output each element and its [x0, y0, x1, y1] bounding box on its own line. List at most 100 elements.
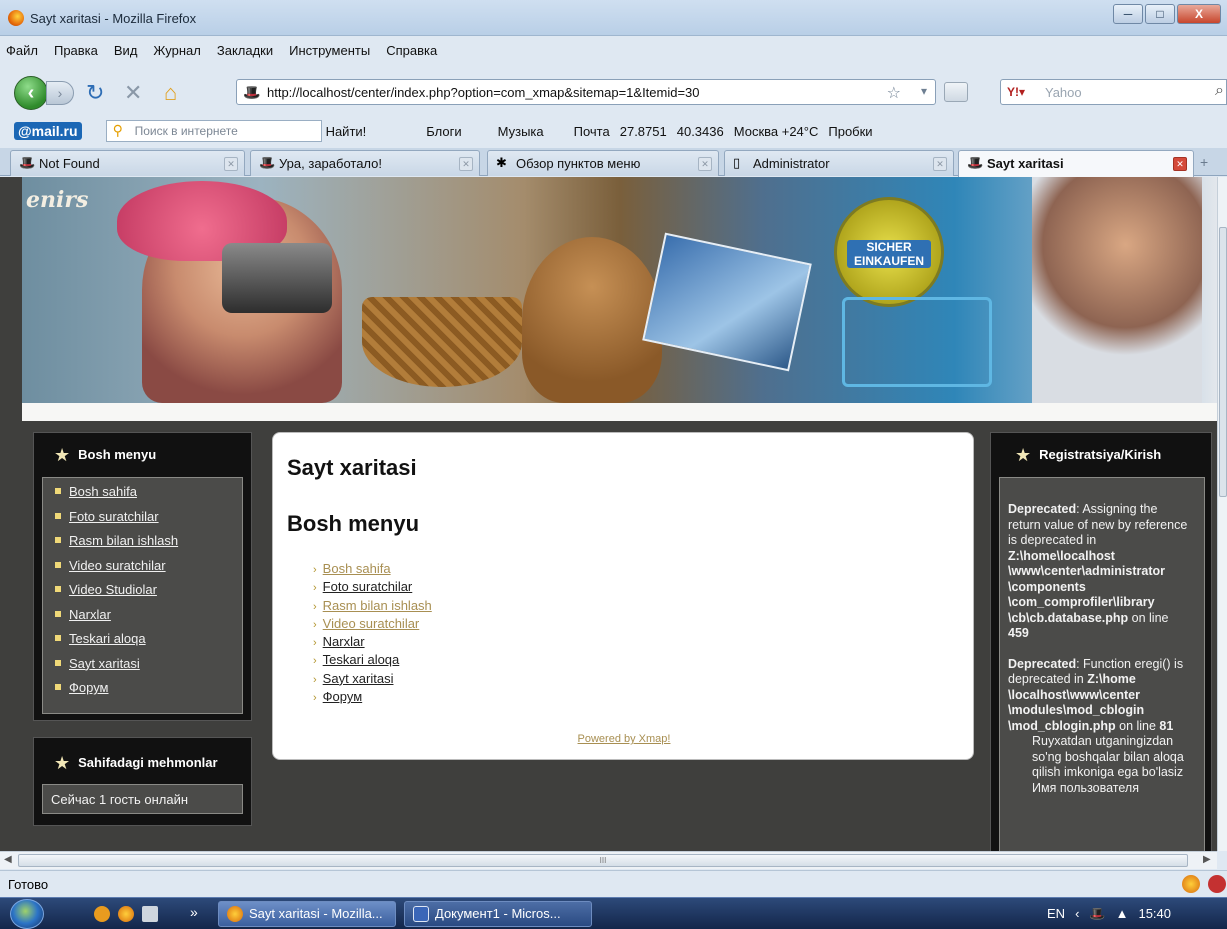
- taskbar-word[interactable]: Документ1 - Micros...: [404, 901, 592, 927]
- sitemap-link[interactable]: Narxlar: [323, 634, 365, 649]
- main-menu-item[interactable]: Bosh sahifa: [55, 484, 242, 509]
- main-menu-item[interactable]: Video suratchilar: [55, 558, 242, 583]
- sitemap-item[interactable]: › Rasm bilan ishlash: [313, 598, 432, 616]
- mailru-find-button[interactable]: Найти!: [326, 124, 367, 139]
- close-button[interactable]: X: [1177, 4, 1221, 24]
- quicklaunch-opera-icon[interactable]: [94, 906, 110, 922]
- camera-icon[interactable]: [944, 82, 968, 102]
- tab-close-icon[interactable]: ✕: [1173, 157, 1187, 171]
- url-bar[interactable]: 🎩 http://localhost/center/index.php?opti…: [236, 79, 936, 105]
- quicklaunch-firefox-icon[interactable]: [118, 906, 134, 922]
- search-bar[interactable]: Y!▾ Yahoo ⌕: [1000, 79, 1227, 105]
- sitemap-item[interactable]: › Форум: [313, 689, 432, 707]
- main-menu-link[interactable]: Video suratchilar: [69, 558, 166, 573]
- main-menu-link[interactable]: Foto suratchilar: [69, 509, 159, 524]
- main-menu-link[interactable]: Narxlar: [69, 607, 111, 622]
- mailru-eur[interactable]: 40.3436: [677, 124, 724, 139]
- mailru-search-input[interactable]: ⚲ Поиск в интернете: [105, 120, 322, 142]
- window-titlebar[interactable]: Sayt xaritasi - Mozilla Firefox ─ □ X: [0, 0, 1227, 36]
- tray-network-icon[interactable]: 🎩: [1089, 906, 1105, 922]
- tray-expand-icon[interactable]: ‹: [1075, 906, 1079, 921]
- sitemap-link[interactable]: Video suratchilar: [323, 616, 420, 631]
- menu-help[interactable]: Справка: [386, 43, 437, 58]
- sitemap-item[interactable]: › Video suratchilar: [313, 616, 432, 634]
- sitemap-item[interactable]: › Bosh sahifa: [313, 561, 432, 579]
- back-button[interactable]: ‹: [14, 76, 48, 110]
- mailru-traffic[interactable]: Пробки: [828, 124, 872, 139]
- taskbar-firefox[interactable]: Sayt xaritasi - Mozilla...: [218, 901, 396, 927]
- mailru-weather[interactable]: Москва +24°C: [734, 124, 819, 139]
- sitemap-link[interactable]: Форум: [323, 689, 363, 704]
- reload-icon[interactable]: ↻: [86, 80, 104, 106]
- sitemap-link[interactable]: Rasm bilan ishlash: [323, 598, 432, 613]
- tray-volume-icon[interactable]: ▲: [1116, 906, 1129, 921]
- main-menu-link[interactable]: Bosh sahifa: [69, 484, 137, 499]
- sitemap-link[interactable]: Teskari aloqa: [323, 652, 400, 667]
- menu-bookmarks[interactable]: Закладки: [217, 43, 273, 58]
- menu-edit[interactable]: Правка: [54, 43, 98, 58]
- menu-tools[interactable]: Инструменты: [289, 43, 370, 58]
- stop-icon[interactable]: ✕: [124, 80, 142, 106]
- new-tab-icon[interactable]: +: [1200, 154, 1208, 170]
- maximize-button[interactable]: □: [1145, 4, 1175, 24]
- main-menu-link[interactable]: Форум: [69, 680, 109, 695]
- clock[interactable]: 15:40: [1138, 906, 1171, 921]
- tab-sayt-xaritasi[interactable]: 🎩 Sayt xaritasi ✕: [958, 150, 1194, 177]
- powered-by-link[interactable]: Powered by Xmap!: [273, 733, 975, 745]
- url-dropdown-icon[interactable]: ▾: [921, 84, 927, 98]
- vertical-scrollbar-thumb[interactable]: [1219, 227, 1227, 497]
- menu-view[interactable]: Вид: [114, 43, 138, 58]
- banner-word: enirs: [26, 187, 89, 213]
- sitemap-link[interactable]: Bosh sahifa: [323, 561, 391, 576]
- quicklaunch-calendar-icon[interactable]: [142, 906, 158, 922]
- sitemap-item[interactable]: › Narxlar: [313, 634, 432, 652]
- main-menu-link[interactable]: Teskari aloqa: [69, 631, 146, 646]
- tab-not-found[interactable]: 🎩 Not Found ✕: [10, 150, 245, 176]
- tab-close-icon[interactable]: ✕: [459, 157, 473, 171]
- minimize-button[interactable]: ─: [1113, 4, 1143, 24]
- horizontal-scrollbar-thumb[interactable]: III: [18, 854, 1188, 867]
- main-menu-link[interactable]: Rasm bilan ishlash: [69, 533, 178, 548]
- tab-administrator[interactable]: ▯ Administrator ✕: [724, 150, 954, 176]
- vertical-scrollbar[interactable]: [1217, 177, 1227, 851]
- sitemap-item[interactable]: › Teskari aloqa: [313, 652, 432, 670]
- home-icon[interactable]: ⌂: [164, 80, 177, 106]
- main-menu-link[interactable]: Video Studiolar: [69, 582, 157, 597]
- mailru-blogs[interactable]: Блоги: [426, 124, 461, 139]
- main-menu-item[interactable]: Video Studiolar: [55, 582, 242, 607]
- language-indicator[interactable]: EN: [1047, 906, 1065, 921]
- scroll-right-icon[interactable]: ▶: [1203, 854, 1211, 865]
- start-button[interactable]: [10, 899, 44, 929]
- sitemap-item[interactable]: › Foto suratchilar: [313, 579, 432, 597]
- tab-close-icon[interactable]: ✕: [933, 157, 947, 171]
- menu-history[interactable]: Журнал: [153, 43, 200, 58]
- main-menu-link[interactable]: Sayt xaritasi: [69, 656, 140, 671]
- sitemap-link[interactable]: Foto suratchilar: [323, 579, 413, 594]
- main-menu-item[interactable]: Форум: [55, 680, 242, 705]
- main-menu-item[interactable]: Foto suratchilar: [55, 509, 242, 534]
- main-menu-item[interactable]: Narxlar: [55, 607, 242, 632]
- scroll-left-icon[interactable]: ◀: [4, 854, 12, 865]
- bookmark-star-icon[interactable]: ☆: [887, 83, 901, 103]
- tab-menu-overview[interactable]: ✱ Обзор пунктов меню ✕: [487, 150, 719, 176]
- quicklaunch-more-icon[interactable]: »: [190, 904, 198, 920]
- horizontal-scrollbar[interactable]: ◀ III ▶: [0, 851, 1217, 869]
- tab-close-icon[interactable]: ✕: [698, 157, 712, 171]
- mailru-mail[interactable]: Почта: [574, 124, 610, 139]
- tab-close-icon[interactable]: ✕: [224, 157, 238, 171]
- tab-ura[interactable]: 🎩 Ура, заработало! ✕: [250, 150, 480, 176]
- main-menu-item[interactable]: Teskari aloqa: [55, 631, 242, 656]
- main-menu-item[interactable]: Sayt xaritasi: [55, 656, 242, 681]
- mailru-usd[interactable]: 27.8751: [620, 124, 667, 139]
- adblock-icon[interactable]: [1208, 875, 1226, 893]
- yahoo-icon[interactable]: Y!▾: [1007, 85, 1025, 99]
- menu-file[interactable]: Файл: [6, 43, 38, 58]
- firefox-status-icon[interactable]: [1182, 875, 1200, 893]
- mailru-logo[interactable]: @mail.ru: [14, 122, 82, 140]
- mailru-music[interactable]: Музыка: [498, 124, 544, 139]
- search-icon[interactable]: ⌕: [1215, 82, 1224, 100]
- sitemap-item[interactable]: › Sayt xaritasi: [313, 671, 432, 689]
- forward-button[interactable]: ›: [46, 81, 74, 105]
- sitemap-link[interactable]: Sayt xaritasi: [323, 671, 394, 686]
- main-menu-item[interactable]: Rasm bilan ishlash: [55, 533, 242, 558]
